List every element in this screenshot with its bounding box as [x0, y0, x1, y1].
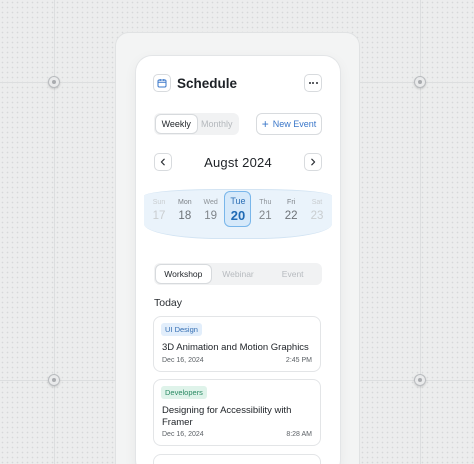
day-number: 17	[152, 210, 166, 222]
rivet-decoration	[48, 76, 60, 88]
day-name: Thu	[259, 199, 272, 206]
plus-icon: +	[261, 117, 269, 131]
event-title: 3D Animation and Motion Graphics	[162, 342, 309, 353]
view-monthly-option[interactable]: Monthly	[197, 115, 238, 133]
next-month-button[interactable]	[304, 153, 322, 171]
event-date: Dec 16, 2024	[162, 357, 204, 364]
rivet-decoration	[48, 374, 60, 386]
day-name: Fri	[287, 199, 296, 206]
section-heading-today: Today	[154, 297, 183, 309]
day-name: Sun	[152, 199, 166, 206]
more-horizontal-icon	[312, 82, 314, 84]
day-number: 20	[230, 207, 246, 223]
calendar-icon	[153, 74, 171, 92]
day-cell[interactable]: Sun 17	[147, 194, 171, 234]
chevron-left-icon	[160, 158, 165, 166]
event-card[interactable]: Developers Designing for Accessibility w…	[153, 379, 321, 446]
prev-month-button[interactable]	[154, 153, 172, 171]
event-card[interactable]: UI Design 3D Animation and Motion Graphi…	[153, 316, 321, 372]
view-weekly-option[interactable]: Weekly	[156, 115, 197, 133]
day-name: Tue	[230, 195, 246, 206]
rivet-decoration	[414, 76, 426, 88]
grid-line	[54, 0, 55, 464]
event-tag: UI Design	[161, 323, 202, 336]
page-title: Schedule	[177, 75, 238, 91]
month-navigation: Augst 2024	[154, 153, 322, 171]
tab-webinar[interactable]: Webinar	[211, 265, 266, 283]
event-time: 8:28 AM	[286, 431, 312, 438]
day-number: 19	[204, 210, 218, 222]
week-strip: Sun 17 Mon 18 Wed 19 Tue 20 Thu 21 Fri 2…	[144, 191, 332, 234]
event-tag: Developers	[161, 386, 207, 399]
more-horizontal-icon	[308, 82, 311, 84]
day-name: Sat	[311, 199, 323, 206]
header: Schedule	[153, 72, 322, 94]
event-title: Designing for Accessibility with Framer	[162, 405, 292, 428]
grid-line	[420, 0, 421, 464]
day-number: 21	[258, 210, 272, 222]
day-number: 22	[284, 210, 298, 222]
day-name: Wed	[203, 199, 218, 206]
more-horizontal-icon	[315, 82, 318, 84]
day-name: Mon	[178, 199, 192, 206]
tab-event[interactable]: Event	[265, 265, 320, 283]
day-cell[interactable]: Sat 23	[305, 194, 329, 234]
event-time: 2:45 PM	[285, 357, 312, 364]
day-cell[interactable]: Wed 19	[199, 194, 223, 234]
day-number: 18	[178, 210, 192, 222]
view-toggle: Weekly Monthly	[154, 113, 239, 135]
chevron-right-icon	[311, 158, 316, 166]
day-cell-selected[interactable]: Tue 20	[224, 191, 252, 227]
day-cell[interactable]: Mon 18	[173, 194, 197, 234]
day-number: 23	[310, 210, 324, 222]
event-date: Dec 16, 2024	[162, 431, 204, 438]
more-options-button[interactable]	[304, 74, 322, 92]
category-tabs: Workshop Webinar Event	[154, 263, 322, 285]
day-cell[interactable]: Thu 21	[253, 194, 277, 234]
new-event-label: New Event	[272, 119, 317, 129]
month-label: Augst 2024	[204, 154, 272, 170]
day-cell[interactable]: Fri 22	[279, 194, 303, 234]
rivet-decoration	[414, 374, 426, 386]
tab-workshop[interactable]: Workshop	[156, 265, 211, 283]
event-card-partial[interactable]	[153, 454, 321, 464]
new-event-button[interactable]: + New Event	[256, 113, 322, 135]
schedule-panel: Schedule Weekly Monthly + New Event Augs…	[136, 56, 340, 464]
